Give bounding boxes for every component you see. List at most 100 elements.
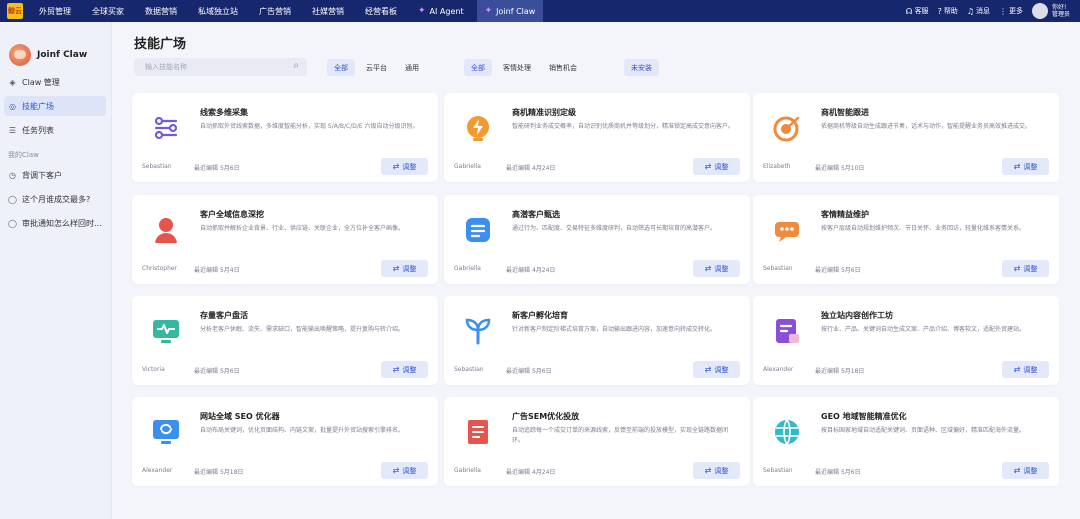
sidebar-my-item[interactable]: ◯ 这个月谁成交最多?: [4, 189, 106, 209]
logo[interactable]: 鲸云: [7, 3, 23, 19]
filter-chip[interactable]: 云平台: [359, 59, 394, 76]
adjust-label: 调整: [714, 264, 729, 273]
service-button[interactable]: ☊ 客服: [905, 6, 928, 16]
swap-icon: ⇄: [704, 162, 712, 171]
date-value: 5月18日: [219, 469, 244, 476]
search-input[interactable]: 输入技能名称 ⌕: [134, 58, 307, 76]
filter-platform: 全部 云平台 通用: [327, 59, 430, 76]
adjust-button[interactable]: ⇄ 调整: [381, 260, 428, 277]
skill-card[interactable]: 商机智能跟进 依据商机等级自动生成跟进节奏，话术与动作，智能提醒业务员高效推进成交…: [753, 93, 1059, 182]
sprout-icon: [464, 317, 492, 345]
nav-trade-mgmt[interactable]: 外贸管理: [39, 6, 71, 17]
help-label: 帮助: [943, 7, 958, 15]
skill-date: 最近编辑 4月24日: [506, 265, 555, 274]
swap-icon: ⇄: [704, 264, 712, 273]
nav-ad-marketing[interactable]: 广告营销: [259, 6, 291, 17]
sidebar-my-item[interactable]: ◷ 背调下客户: [4, 165, 106, 185]
adjust-button[interactable]: ⇄ 调整: [381, 462, 428, 479]
file-icon: [464, 418, 492, 446]
filter-chip[interactable]: 全部: [327, 59, 355, 76]
skill-card[interactable]: 广告SEM优化投放自动追踪每一个成交订单的来源线索，反馈至前端的投放模型，实现全…: [444, 397, 750, 486]
nav-private-site[interactable]: 私域独立站: [198, 6, 238, 17]
date-prefix: 最近编辑: [194, 469, 219, 476]
nav-social-marketing[interactable]: 社媒营销: [312, 6, 344, 17]
skill-title: 独立站内容创作工坊: [821, 311, 893, 320]
skill-title: 广告SEM优化投放: [512, 412, 580, 421]
more-button[interactable]: ⋮ 更多: [999, 6, 1023, 16]
skill-author: Sebastian: [454, 366, 484, 373]
skill-card[interactable]: 新客户孵化培育 针对新客户制定阶梯式培育方案，自动输出跟进内容，加速意向转成交转化…: [444, 296, 750, 385]
skill-title: 客情精益维护: [821, 210, 869, 219]
swap-icon: ⇄: [392, 264, 400, 273]
sidebar-item-skill-square[interactable]: ◎ 技能广场: [4, 96, 106, 116]
skill-card[interactable]: 存量客户盘活 分析老客户休眠、流失、需求缺口，智能输出唤醒策略，提升复购与转介绍。…: [132, 296, 438, 385]
skill-card[interactable]: 商机精准识别定级智能研判业务成交概率，自动识别优质商机并等级划分，精准锁定高成交…: [444, 93, 750, 182]
skill-card[interactable]: 客情精益维护 按客户层级自动规划维护频次、节日关怀、业务回访，轻量化维系客情关系。…: [753, 195, 1059, 284]
adjust-button[interactable]: ⇄ 调整: [693, 158, 740, 175]
swap-icon: ⇄: [1013, 365, 1021, 374]
swap-icon: ⇄: [1013, 162, 1021, 171]
date-prefix: 最近编辑: [815, 368, 840, 375]
date-prefix: 最近编辑: [194, 165, 219, 172]
adjust-button[interactable]: ⇄ 调整: [693, 361, 740, 378]
skill-date: 最近编辑 5月6日: [194, 163, 240, 172]
adjust-button[interactable]: ⇄ 调整: [1002, 158, 1049, 175]
sidebar-brand: Joinf Claw: [0, 22, 111, 72]
sidebar-item-label: 任务列表: [22, 125, 54, 135]
document-icon: [464, 216, 492, 244]
nav-joinf-claw[interactable]: ✦ Joinf Claw: [476, 0, 544, 22]
skill-card[interactable]: 高潜客户甄选 通过行为、匹配度、交易特征多维度研判，自动筛选可长期培育的高潜客户。…: [444, 195, 750, 284]
nav-ai-agent[interactable]: ✦ AI Agent: [418, 6, 464, 16]
skill-date: 最近编辑 4月24日: [506, 163, 555, 172]
skill-author: Sebastian: [142, 163, 172, 170]
swap-icon: ⇄: [704, 365, 712, 374]
adjust-button[interactable]: ⇄ 调整: [1002, 361, 1049, 378]
avatar[interactable]: [1031, 3, 1048, 19]
filter-chip[interactable]: 通用: [398, 59, 426, 76]
user-hello: 你好!: [1051, 4, 1067, 11]
skill-card[interactable]: GEO 地域智能精准优化 按目标国家地域自动适配关键词、页面语种、区域偏好，精准匹…: [753, 397, 1059, 486]
filter-chip[interactable]: 客情处理: [496, 59, 538, 76]
skill-title: GEO 地域智能精准优化: [821, 412, 907, 421]
date-value: 5月4日: [219, 267, 240, 274]
sidebar-item-label: Claw 管理: [22, 77, 60, 87]
search-icon[interactable]: ⌕: [293, 60, 299, 71]
skill-date: 最近编辑 5月6日: [506, 366, 552, 375]
skill-card[interactable]: 网站全域 SEO 优化器 自动布局关键词，优化页面结构、内链文案，批量提升外贸站搜…: [132, 397, 438, 486]
adjust-button[interactable]: ⇄ 调整: [693, 260, 740, 277]
help-button[interactable]: ? 帮助: [938, 6, 958, 16]
sparkle-icon: ✦: [418, 6, 426, 16]
skill-description: 自动追踪每一个成交订单的来源线索，反馈至前端的投放模型，实现全链路数据闭环。: [512, 427, 729, 444]
skill-card[interactable]: 线索多维采集 自动抓取外贸线索数据，多维度智能分析，实现 S/A/B/C/D/E …: [132, 93, 438, 182]
date-prefix: 最近编辑: [506, 165, 531, 172]
sidebar-item-claw-mgmt[interactable]: ◈ Claw 管理: [4, 72, 106, 92]
skill-author: Alexander: [142, 467, 173, 474]
nav-data-marketing[interactable]: 数据营销: [145, 6, 177, 17]
skill-author: Gabriella: [454, 163, 481, 170]
sparkle-icon: ✦: [484, 6, 493, 16]
adjust-button[interactable]: ⇄ 调整: [1002, 260, 1049, 277]
skill-card[interactable]: 客户全域信息深挖 自动抓取并解析企业背景、行业、供应链、关联企业，全方位补全客户画…: [132, 195, 438, 284]
adjust-button[interactable]: ⇄ 调整: [381, 361, 428, 378]
nav-global-buyers[interactable]: 全球买家: [92, 6, 124, 17]
messages-button[interactable]: ♫ 消息: [967, 6, 990, 16]
user-greeting[interactable]: 你好! 管理员: [1052, 4, 1070, 18]
sidebar-my-item[interactable]: ◯ 审批通知怎么样回时...: [4, 213, 106, 233]
skill-title: 网站全域 SEO 优化器: [200, 412, 280, 421]
filter-chip[interactable]: 全部: [464, 59, 492, 76]
globe-icon: [773, 418, 801, 446]
my-claw-group-label: 我的Claw: [8, 151, 39, 159]
skill-description: 自动抓取外贸线索数据，多维度智能分析，实现 S/A/B/C/D/E 六级自动分级…: [200, 123, 419, 130]
adjust-button[interactable]: ⇄ 调整: [693, 462, 740, 479]
skill-title: 商机精准识别定级: [512, 108, 576, 117]
adjust-button[interactable]: ⇄ 调整: [1002, 462, 1049, 479]
skill-date: 最近编辑 5月10日: [815, 163, 864, 172]
filter-chip[interactable]: 销售机会: [542, 59, 584, 76]
filter-chip[interactable]: 未安装: [624, 59, 659, 76]
skill-description: 智能研判业务成交概率，自动识别优质商机并等级划分，精准锁定高成交意向客户。: [512, 123, 734, 130]
adjust-button[interactable]: ⇄ 调整: [381, 158, 428, 175]
skill-card[interactable]: 独立站内容创作工坊 按行业、产品、关键词自动生成文案、产品介绍、博客软文，适配外贸…: [753, 296, 1059, 385]
sidebar-item-task-list[interactable]: ☰ 任务列表: [4, 120, 106, 140]
skill-date: 最近编辑 5月6日: [194, 366, 240, 375]
nav-business-dashboard[interactable]: 经营看板: [365, 6, 397, 17]
